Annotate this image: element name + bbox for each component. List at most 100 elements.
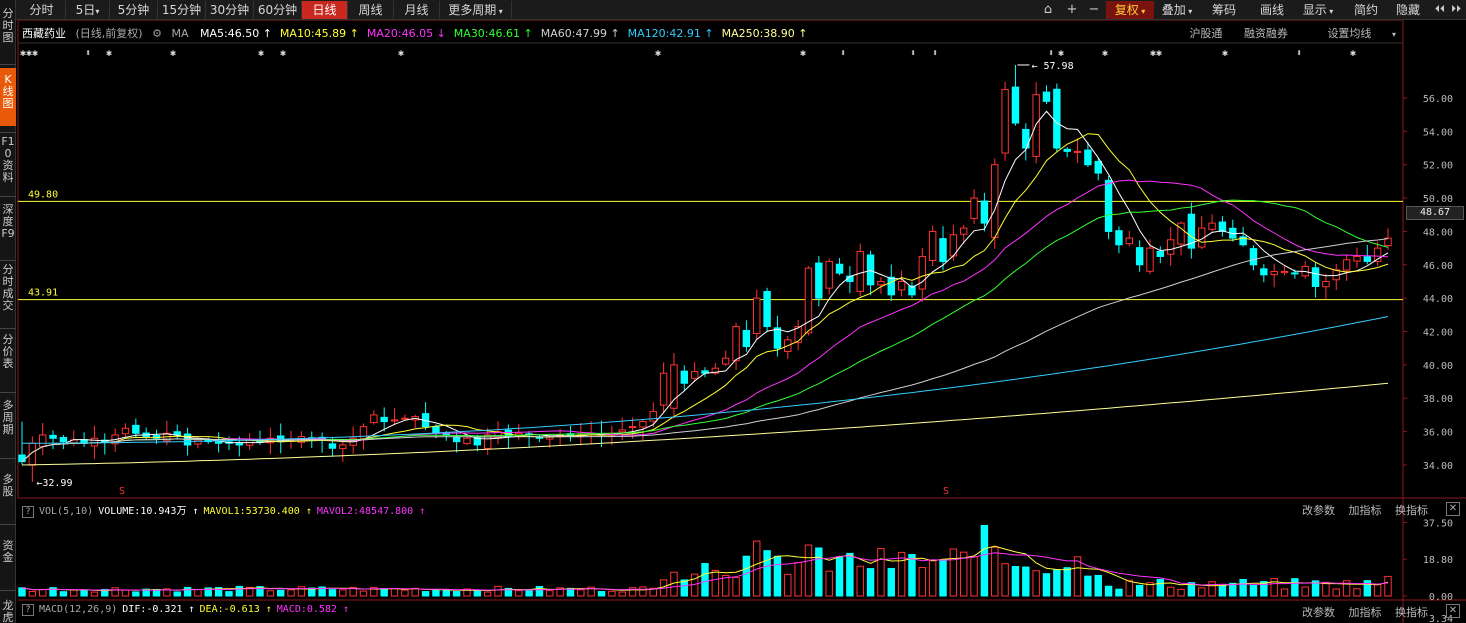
vol-bar-up xyxy=(1301,586,1309,597)
nav-multi-period[interactable]: 多周期 xyxy=(0,400,16,450)
vol-bar-down xyxy=(1084,575,1092,597)
ma60-line xyxy=(21,238,1389,462)
candle-down xyxy=(1094,160,1102,174)
low-label: ←32.99 xyxy=(36,478,72,489)
close-icon[interactable]: ✕ xyxy=(1446,604,1460,618)
vol-bar-down xyxy=(1094,574,1102,597)
price-tick-label: 44.00 xyxy=(1423,294,1453,305)
period-tab-15min[interactable]: 15分钟 xyxy=(158,1,206,19)
nav-price-table[interactable]: 分价表 xyxy=(0,334,16,384)
vol-change-params[interactable]: 改参数 xyxy=(1302,504,1335,517)
candle-down xyxy=(59,436,68,443)
link-connect[interactable]: 沪股通 xyxy=(1189,27,1222,40)
left-nav: 分时图 K线图 F10资料 深度F9 分时成交 分价表 多周期 多股 资金 龙虎 xyxy=(0,0,16,623)
vol-bar-up xyxy=(877,548,885,597)
zoom-out-icon[interactable]: − xyxy=(1084,1,1104,19)
period-tab-5min[interactable]: 5分钟 xyxy=(110,1,158,19)
vol-bar-up xyxy=(390,588,399,597)
nav-multi-stock[interactable]: 多股 xyxy=(0,474,16,514)
candle-down xyxy=(1156,250,1165,257)
chevron-down-icon: ▾ xyxy=(1326,7,1334,16)
nav-dragon-tiger[interactable]: 龙虎 xyxy=(0,600,16,623)
draw-button[interactable]: 画线 xyxy=(1252,1,1292,19)
vol-header-values: VOL(5,10) VOLUME:10.943万 ↑ MAVOL1:53730.40… xyxy=(39,506,430,517)
macd-hdr-item-0: MACD(12,26,9) xyxy=(39,604,118,615)
vol-bar-up xyxy=(266,590,275,597)
link-margin[interactable]: 融资融券 xyxy=(1244,27,1288,40)
candle-down xyxy=(1011,86,1020,124)
vol-hdr-item-3: MAVOL2:48547.800 ↑ xyxy=(316,506,426,517)
vol-switch-indicator[interactable]: 换指标 xyxy=(1395,504,1428,517)
period-tab-weekly[interactable]: 周线 xyxy=(348,1,394,19)
hline-lower-label: 43.91 xyxy=(28,288,58,299)
vol-bar-up xyxy=(825,570,833,597)
candle-up xyxy=(918,255,927,290)
overlay-button[interactable]: 叠加 ▾ xyxy=(1154,1,1200,19)
candle-down xyxy=(1249,248,1258,266)
candle-up xyxy=(1270,270,1278,276)
vol-bar-down xyxy=(680,579,689,597)
vol-bar-up xyxy=(1373,584,1382,597)
period-tab-timeshare[interactable]: 分时 xyxy=(18,1,66,19)
close-icon[interactable]: ✕ xyxy=(1446,502,1460,516)
display-button[interactable]: 显示 ▾ xyxy=(1294,1,1342,19)
macd-hdr-item-1: DIF:-0.321 ↑ xyxy=(122,604,195,615)
candle-down xyxy=(1115,230,1123,246)
vol-bar-down xyxy=(1291,578,1299,597)
gear-icon[interactable]: ⚙ xyxy=(152,27,162,40)
candle-up xyxy=(825,260,833,289)
nav-f10[interactable]: F10资料 xyxy=(0,136,16,188)
vol-bar-down xyxy=(421,591,430,597)
vol-bar-up xyxy=(339,589,347,597)
candle-down xyxy=(742,330,751,348)
nav-kline-chart[interactable]: K线图 xyxy=(0,68,16,126)
ma-values: MA5:46.50 ↑ MA10:45.89 ↑ MA20:46.05 ↓ MA30:… xyxy=(200,27,816,40)
lock-icon[interactable]: ⌂ xyxy=(1038,1,1058,19)
vol-bar-up xyxy=(401,589,409,597)
vol-bar-up xyxy=(897,551,906,597)
nav-depth[interactable]: 深度F9 xyxy=(0,204,16,254)
macd-add-indicator[interactable]: 加指标 xyxy=(1349,606,1382,619)
event-marker: ⬍ xyxy=(910,48,916,59)
period-tab-monthly[interactable]: 月线 xyxy=(394,1,440,19)
vol-bar-up xyxy=(918,567,927,597)
period-tab-more[interactable]: 更多周期 ▾ xyxy=(440,1,512,19)
macd-change-params[interactable]: 改参数 xyxy=(1302,606,1335,619)
nav-trades[interactable]: 分时成交 xyxy=(0,264,16,322)
vol-bar-up xyxy=(546,590,554,597)
candle-down xyxy=(763,291,771,328)
vol-hdr-item-1: VOLUME:10.943万 ↑ xyxy=(98,506,199,517)
nav-capital[interactable]: 资金 xyxy=(0,540,16,580)
period-tab-30min[interactable]: 30分钟 xyxy=(206,1,254,19)
period-tab-daily[interactable]: 日线 xyxy=(302,1,348,19)
help-icon[interactable]: ? xyxy=(22,506,34,518)
vol-bar-down xyxy=(1218,585,1227,597)
s-mark: S xyxy=(119,486,125,497)
event-marker: ✱ xyxy=(1222,48,1228,59)
hide-button[interactable]: 隐藏 xyxy=(1388,1,1428,19)
event-marker: ✱ xyxy=(170,48,176,59)
vol-add-indicator[interactable]: 加指标 xyxy=(1349,504,1382,517)
vol-bar-down xyxy=(225,591,233,597)
vol-bar-down xyxy=(866,568,875,597)
adjust-button[interactable]: 复权 ▾ xyxy=(1106,1,1154,19)
chips-button[interactable]: 筹码 xyxy=(1204,1,1244,19)
period-tab-60min[interactable]: 60分钟 xyxy=(254,1,302,19)
vol-bar-down xyxy=(235,585,244,597)
nav-timeshare-chart[interactable]: 分时图 xyxy=(0,8,16,58)
vol-bar-up xyxy=(794,562,802,597)
candle-up xyxy=(1280,270,1289,274)
event-marker: ✱ xyxy=(1058,48,1064,59)
nav-divider xyxy=(0,590,16,591)
zoom-in-icon[interactable]: + xyxy=(1062,1,1082,19)
simple-button[interactable]: 简约 xyxy=(1346,1,1386,19)
link-set-ma[interactable]: 设置均线 ▾ xyxy=(1309,27,1396,40)
candle-up xyxy=(1353,255,1361,262)
next-icon[interactable]: ⏵⏵ xyxy=(1446,1,1466,19)
vol-hdr-item-0: VOL(5,10) xyxy=(39,506,94,517)
candle-up xyxy=(90,437,99,447)
macd-switch-indicator[interactable]: 换指标 xyxy=(1395,606,1428,619)
help-icon[interactable]: ? xyxy=(22,604,34,616)
period-tab-5day[interactable]: 5日▾ xyxy=(66,1,110,19)
candle-up xyxy=(970,197,978,219)
